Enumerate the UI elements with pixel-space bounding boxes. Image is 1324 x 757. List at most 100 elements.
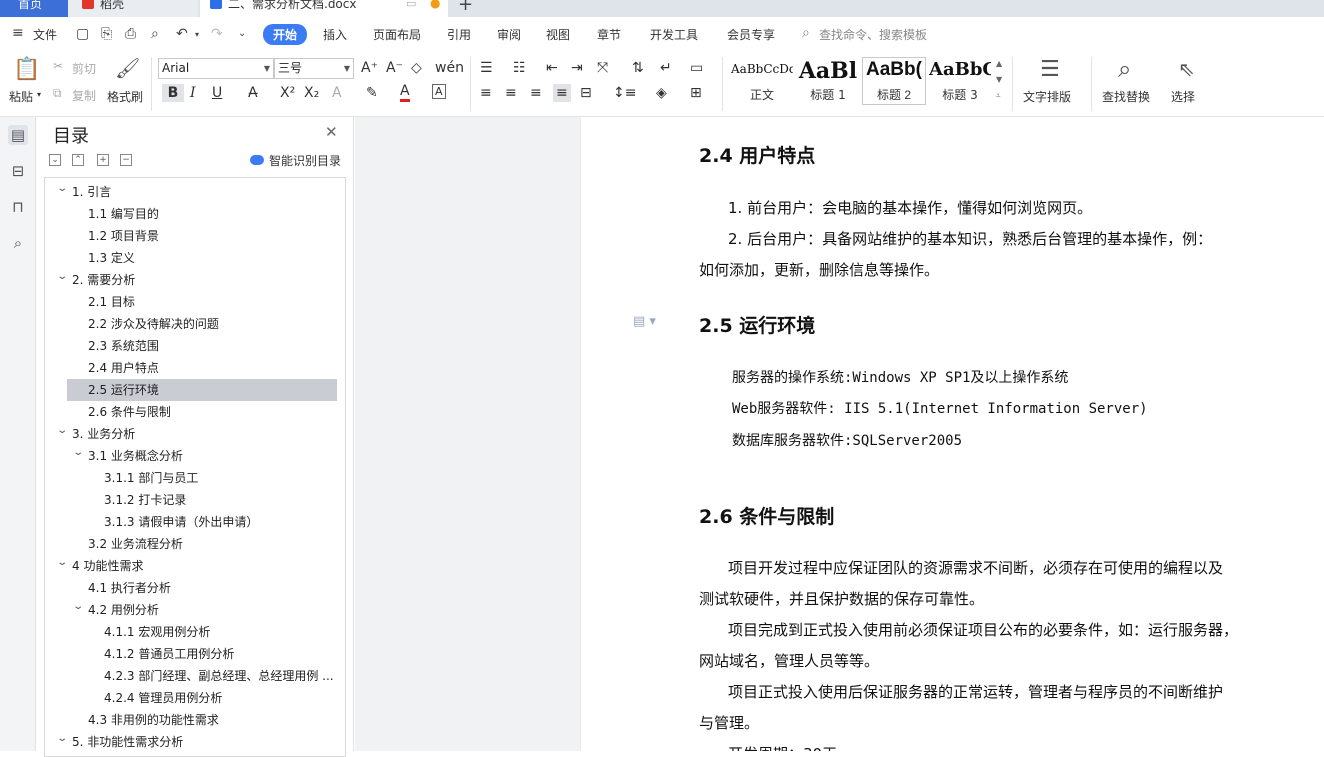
menu-home[interactable]: 开始 [263,24,308,45]
subscript-icon[interactable]: X₂ [304,84,319,102]
toc-item[interactable]: ⌄ 5. 非功能性需求分析 [45,731,345,753]
shrink-font-icon[interactable]: A⁻ [386,59,403,77]
toc-item[interactable]: ⌄ 4.2 用例分析 [45,599,345,621]
styles-scroll-up-icon[interactable]: ▲ [996,59,1002,68]
format-painter-icon[interactable]: 🖌 [115,56,140,80]
text-layout-icon[interactable]: ☰ [1040,57,1060,82]
chevron-down-icon[interactable]: ⌄ [56,555,68,574]
style-heading-1[interactable]: AaBl 标题 1 [796,57,860,105]
menu-insert[interactable]: 插入 [323,26,347,43]
grow-font-icon[interactable]: A⁺ [361,59,378,77]
menu-view[interactable]: 视图 [546,26,570,43]
superscript-icon[interactable]: X² [280,84,295,102]
align-center-icon[interactable]: ≡ [505,84,517,102]
format-painter-button[interactable]: 格式刷 [107,88,143,105]
toc-item[interactable]: ⌄ 4 功能性需求 [45,555,345,577]
line-break-icon[interactable]: ↵ [660,59,672,77]
font-color-icon[interactable]: A [400,84,410,102]
toc-item[interactable]: 2.3 系统范围 [45,335,345,357]
section-pane-icon[interactable]: ⊟ [8,161,28,181]
paragraph-handle-icon[interactable]: ▤ ▾ [633,314,656,329]
monitor-icon[interactable]: ▭ [406,0,416,14]
tab-docer[interactable]: 稻壳 [68,0,198,17]
toc-item[interactable]: ⌄ 1. 引言 [45,181,345,203]
undo-dropdown-icon[interactable]: ▾ [195,30,199,39]
toc-item[interactable]: ⌄ 2. 需要分析 [45,269,345,291]
toc-item[interactable]: 3.1.2 打卡记录 [45,489,345,511]
paste-dropdown-icon[interactable]: ▾ [37,90,41,99]
toc-item[interactable]: 3.1.3 请假申请（外出申请） [45,511,345,533]
menu-developer[interactable]: 开发工具 [650,26,698,43]
chevron-down-icon[interactable]: ⌄ [56,423,68,442]
numbered-list-icon[interactable]: ☷ [513,59,526,77]
toc-item[interactable]: 4.1 执行者分析 [45,577,345,599]
menu-references[interactable]: 引用 [447,26,471,43]
borders-icon[interactable]: ⊞ [690,84,702,102]
toc-item-selected[interactable]: 2.5 运行环境 [45,379,345,401]
cut-icon[interactable]: ✂ [53,59,63,73]
shading-icon[interactable]: ◈ [656,84,667,102]
strikethrough-icon[interactable]: A̶ [248,84,258,102]
distributed-align-icon[interactable]: ⊟ [580,84,592,102]
font-size-select[interactable]: 三号 ▼ [274,58,354,79]
justify-icon[interactable]: ≡ [553,84,571,102]
save-icon[interactable]: ▢ [76,26,89,42]
toc-item[interactable]: 4.1.1 宏观用例分析 [45,621,345,643]
underline-icon[interactable]: U [212,84,222,102]
text-effect-icon[interactable]: A [332,84,342,102]
redo-icon[interactable]: ↷ [211,26,223,42]
menu-page-layout[interactable]: 页面布局 [373,26,421,43]
toc-item[interactable]: 4.2.4 管理员用例分析 [45,687,345,709]
copy-button[interactable]: 复制 [72,87,96,104]
print-preview-icon[interactable]: ⌕ [151,26,159,42]
toc-item[interactable]: ⌄ 3. 业务分析 [45,423,345,445]
style-heading-3[interactable]: AaBbC 标题 3 [928,57,992,105]
toc-item[interactable]: 4.2.3 部门经理、副总经理、总经理用例 ... [45,665,345,687]
chevron-down-icon[interactable]: ⌄ [56,731,68,750]
style-heading-2[interactable]: AaBb(标题 2 [862,57,926,105]
styles-expand-icon[interactable]: ⩡ [996,91,1001,101]
tab-document[interactable]: 二、需求分析文档.docx ▭ ● [200,0,448,17]
toc-pane-icon[interactable]: ▤ [8,125,28,145]
chevron-down-icon[interactable]: ⌄ [56,181,68,200]
ruler-icon[interactable]: ▭ [690,59,703,77]
phonetic-guide-icon[interactable]: wén [435,59,464,77]
toc-item[interactable]: 2.1 目标 [45,291,345,313]
toc-item[interactable]: 2.2 涉众及待解决的问题 [45,313,345,335]
text-direction-icon[interactable]: ⇅ [632,59,644,77]
find-icon[interactable]: ⌕ [8,233,28,253]
add-heading-icon[interactable]: + [97,154,109,166]
line-spacing-icon[interactable]: ↕≡ [613,84,636,102]
toc-item[interactable]: 3.2 业务流程分析 [45,533,345,555]
toc-item[interactable]: 1.3 定义 [45,247,345,269]
toc-item[interactable]: 3.1.1 部门与员工 [45,467,345,489]
paste-icon[interactable]: 📋 [13,57,40,82]
toc-item[interactable]: 1.1 编写目的 [45,203,345,225]
toc-item[interactable]: 4.3 非用例的功能性需求 [45,709,345,731]
toc-item[interactable]: 2.4 用户特点 [45,357,345,379]
align-left-icon[interactable]: ≡ [480,84,492,102]
bookmark-icon[interactable]: ⊓ [8,197,28,217]
highlight-icon[interactable]: ✎ [366,84,378,102]
chevron-down-icon[interactable]: ⌄ [72,599,84,618]
tab-home[interactable]: 首页 [0,0,68,17]
align-right-icon[interactable]: ≡ [530,84,542,102]
undo-icon[interactable]: ↶ [176,26,188,42]
select-cursor-icon[interactable]: ⇖ [1178,57,1195,81]
bullet-list-icon[interactable]: ☰ [480,59,493,77]
menu-file[interactable]: 文件 [33,26,57,43]
char-border-icon[interactable]: A [432,84,446,99]
new-tab-plus-icon[interactable]: + [458,0,473,15]
find-replace-button[interactable]: 查找替换 [1102,88,1150,105]
quick-access-dropdown-icon[interactable]: ⌄ [238,28,246,39]
command-search-input[interactable]: 查找命令、搜索模板 [819,26,927,43]
chevron-down-icon[interactable]: ⌄ [56,269,68,288]
chevron-down-icon[interactable]: ⌄ [72,445,84,464]
export-pdf-icon[interactable]: ⎘ [101,26,112,42]
collapse-all-icon[interactable]: ⌄ [49,154,61,166]
menu-section[interactable]: 章节 [597,26,621,43]
expand-level-icon[interactable]: ⌃ [72,154,84,166]
menu-member[interactable]: 会员专享 [727,26,775,43]
italic-icon[interactable]: I [190,84,196,102]
styles-scroll-down-icon[interactable]: ▼ [996,75,1002,84]
